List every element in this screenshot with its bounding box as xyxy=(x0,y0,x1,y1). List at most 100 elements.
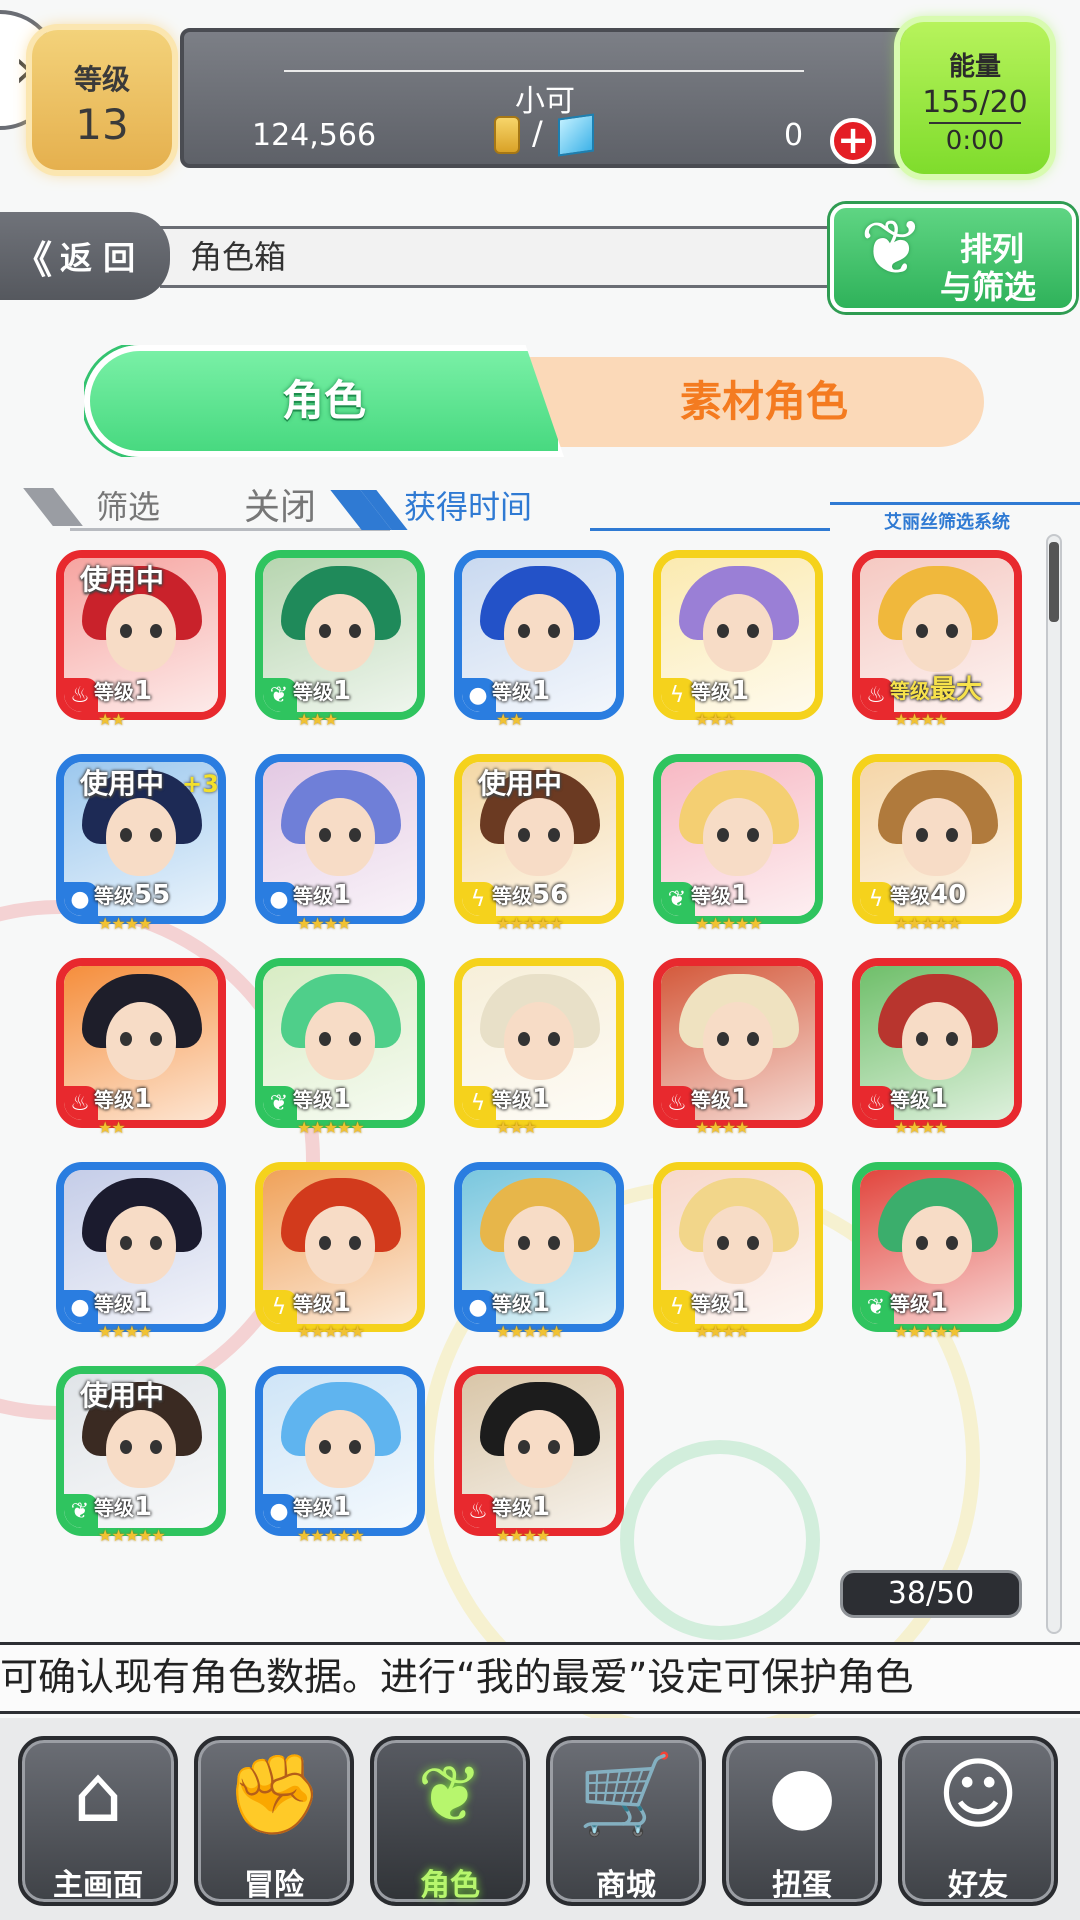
sort-label-line2: 与筛选 xyxy=(940,268,1037,306)
character-level: 等级最大 xyxy=(890,669,982,706)
portrait-eye xyxy=(548,1440,560,1454)
add-gems-button[interactable]: + xyxy=(830,118,876,164)
character-card[interactable]: 使用中 ❦ 等级1 xyxy=(56,1366,226,1536)
portrait-eye xyxy=(717,624,729,638)
nav-button[interactable]: ❦ 角色 xyxy=(370,1736,530,1906)
nav-button[interactable]: 🛒 商城 xyxy=(546,1736,706,1906)
portrait-eye xyxy=(319,828,331,842)
character-card[interactable]: ♨ 等级1 xyxy=(454,1366,624,1536)
rarity-stars: ★★★★ xyxy=(98,1322,152,1341)
character-level: 等级1 xyxy=(691,676,749,706)
portrait-face xyxy=(504,1002,574,1080)
filter-value[interactable]: 关闭 xyxy=(244,478,316,530)
character-card[interactable]: ❦ 等级1 xyxy=(255,958,425,1128)
level-number: 40 xyxy=(930,880,967,910)
character-level: 等级1 xyxy=(691,880,749,910)
tab-characters[interactable]: 角色 xyxy=(84,345,564,457)
character-card[interactable]: ϟ 等级1 xyxy=(653,550,823,720)
character-card[interactable]: ♨ 等级最大 xyxy=(852,550,1022,720)
level-number: 1 xyxy=(731,1288,750,1318)
level-prefix: 等级 xyxy=(691,884,731,908)
rarity-stars: ★★★★★ xyxy=(98,1526,166,1545)
tab-material-characters[interactable]: 素材角色 xyxy=(504,357,984,447)
bonus-badge: +3 xyxy=(182,770,219,798)
nav-button-label: 商城 xyxy=(596,1868,656,1903)
sort-order-label[interactable]: 获得时间 xyxy=(404,482,532,528)
character-card[interactable]: ♨ 等级1 xyxy=(852,958,1022,1128)
portrait-eye xyxy=(150,1440,162,1454)
water-element-icon: ● xyxy=(462,678,496,712)
character-card[interactable]: ❦ 等级1 xyxy=(653,754,823,924)
character-card[interactable]: ● 等级1 xyxy=(454,1162,624,1332)
portrait-eye xyxy=(349,624,361,638)
character-card[interactable]: ❦ 等级1 xyxy=(852,1162,1022,1332)
portrait-eye xyxy=(747,1236,759,1250)
scrollbar-thumb[interactable] xyxy=(1049,542,1059,622)
rarity-stars: ★★★★ xyxy=(695,1322,749,1341)
portrait-eye xyxy=(120,1236,132,1250)
sort-filter-button[interactable]: ❦ 排列 与筛选 xyxy=(830,203,1076,312)
portrait-eye xyxy=(717,828,729,842)
character-card[interactable]: ● 等级1 xyxy=(255,1366,425,1536)
fire-element-icon: ♨ xyxy=(860,1086,894,1120)
portrait-face xyxy=(703,798,773,876)
filter-system-label: 艾丽丝筛选系统 xyxy=(884,512,1010,533)
portrait-face xyxy=(305,1002,375,1080)
character-card[interactable]: ♨ 等级1 xyxy=(653,958,823,1128)
rarity-stars: ★★★ xyxy=(297,710,338,729)
rarity-stars: ★★★★ xyxy=(496,1526,550,1545)
portrait-face xyxy=(106,1002,176,1080)
cart-icon: 🛒 xyxy=(577,1750,675,1840)
level-prefix: 等级 xyxy=(492,884,532,908)
box-capacity-counter: 38/50 xyxy=(840,1570,1022,1618)
level-number: 1 xyxy=(333,1288,352,1318)
portrait-eye xyxy=(120,1032,132,1046)
character-card[interactable]: ϟ 等级1 xyxy=(653,1162,823,1332)
character-card[interactable]: 使用中 +3 ● 等级55 xyxy=(56,754,226,924)
portrait-face xyxy=(106,1206,176,1284)
level-prefix: 等级 xyxy=(293,1088,333,1112)
character-card[interactable]: ● 等级1 xyxy=(255,754,425,924)
gem-count: 0 xyxy=(784,118,804,153)
in-use-label: 使用中 xyxy=(80,767,165,800)
level-number: 1 xyxy=(731,676,750,706)
help-ticker: 可确认现有角色数据。进行“我的最爱”设定可保护角色 xyxy=(0,1642,1080,1714)
character-card[interactable]: ● 等级1 xyxy=(56,1162,226,1332)
level-number: 1 xyxy=(532,676,551,706)
filter-label[interactable]: 筛选 xyxy=(96,482,160,528)
level-number: 1 xyxy=(333,1084,352,1114)
character-card[interactable]: ϟ 等级40 xyxy=(852,754,1022,924)
rarity-stars: ★★★★ xyxy=(98,914,152,933)
nav-button[interactable]: ⌂ 主画面 xyxy=(18,1736,178,1906)
level-prefix: 等级 xyxy=(293,1292,333,1316)
nav-button[interactable]: ● 扭蛋 xyxy=(722,1736,882,1906)
character-card[interactable]: ϟ 等级1 xyxy=(454,958,624,1128)
level-prefix: 等级 xyxy=(691,1088,731,1112)
back-button[interactable]: 《 返 回 xyxy=(0,212,170,300)
character-card[interactable]: ● 等级1 xyxy=(454,550,624,720)
portrait-eye xyxy=(319,1236,331,1250)
character-card[interactable]: 使用中 ♨ 等级1 xyxy=(56,550,226,720)
level-prefix: 等级 xyxy=(890,679,930,703)
level-number: 1 xyxy=(134,1492,153,1522)
scrollbar[interactable] xyxy=(1046,534,1062,1634)
nav-button[interactable]: ✊ 冒险 xyxy=(194,1736,354,1906)
portrait-eye xyxy=(120,624,132,638)
portrait-face xyxy=(703,594,773,672)
rarity-stars: ★★★★★ xyxy=(894,1322,962,1341)
player-name: 小可 xyxy=(515,84,575,119)
fire-element-icon: ♨ xyxy=(462,1494,496,1528)
character-card[interactable]: ϟ 等级1 xyxy=(255,1162,425,1332)
character-card[interactable]: ❦ 等级1 xyxy=(255,550,425,720)
character-level: 等级1 xyxy=(293,676,351,706)
character-card[interactable]: 使用中 ϟ 等级56 xyxy=(454,754,624,924)
character-card[interactable]: ♨ 等级1 xyxy=(56,958,226,1128)
energy-label: 能量 xyxy=(948,52,1001,82)
level-prefix: 等级 xyxy=(94,884,134,908)
nav-button-label: 好友 xyxy=(948,1868,1008,1903)
character-level: 等级56 xyxy=(492,880,568,910)
nav-button[interactable]: ☺ 好友 xyxy=(898,1736,1058,1906)
portrait-eye xyxy=(946,1236,958,1250)
level-prefix: 等级 xyxy=(94,1496,134,1520)
rarity-stars: ★★★★ xyxy=(695,1118,749,1137)
